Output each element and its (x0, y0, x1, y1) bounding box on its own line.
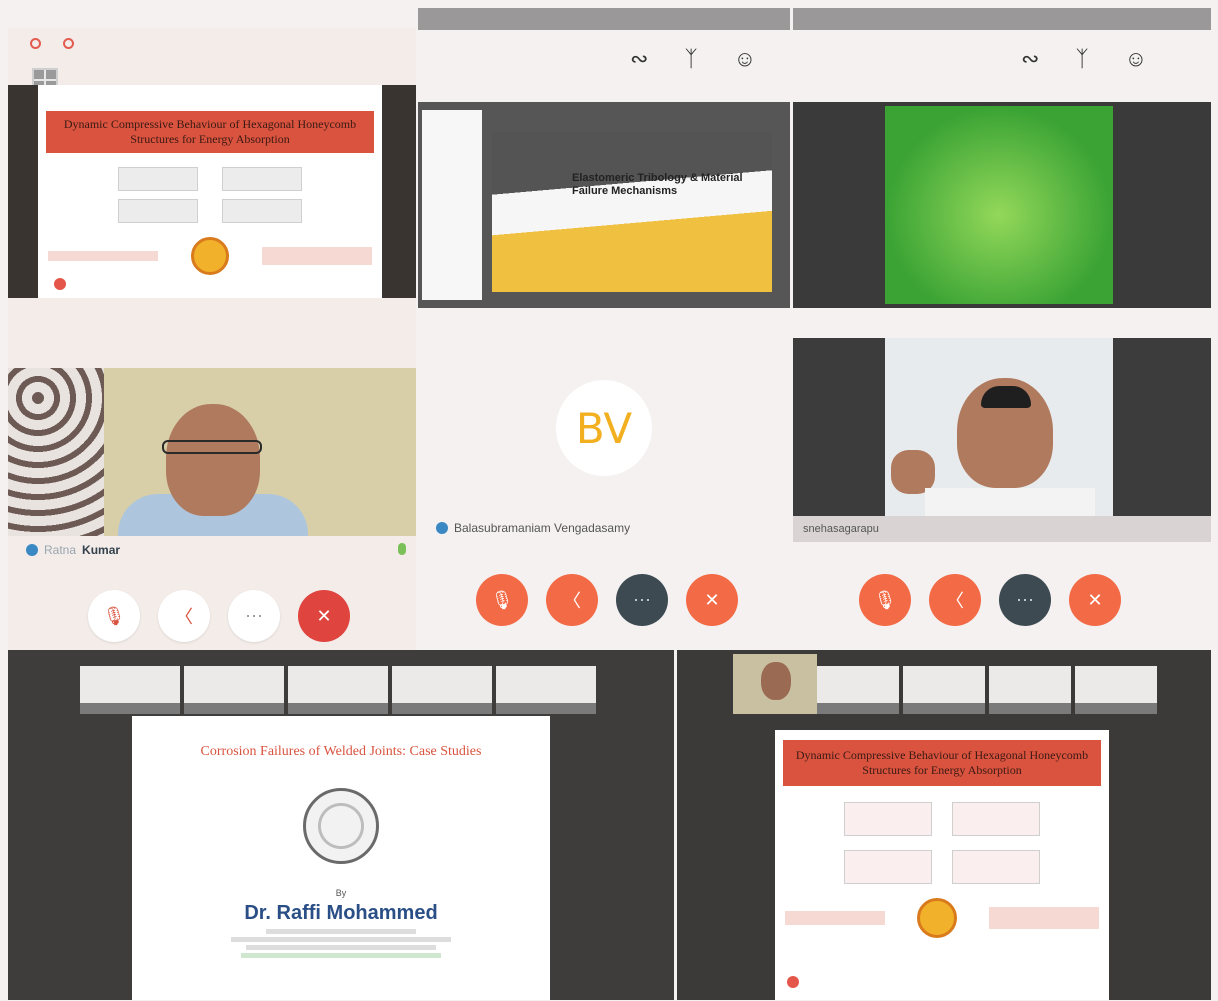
participant-name-bar: snehasagarapu (793, 516, 1211, 542)
participant-tile[interactable] (817, 666, 899, 714)
participant-video (793, 338, 1211, 516)
recording-indicator-icon (54, 278, 66, 290)
user-icon[interactable]: ☺ (734, 46, 756, 72)
call-controls: 🎙 〈 ⋯ ✕ (476, 574, 738, 626)
slide-title: Dynamic Compressive Behaviour of Hexagon… (783, 740, 1101, 786)
presentation-slide: Corrosion Failures of Welded Joints: Cas… (132, 716, 550, 1000)
presentation-slide: Dynamic Compressive Behaviour of Hexagon… (38, 85, 382, 298)
camera-off-icon[interactable]: 〈 (929, 574, 981, 626)
figure-thumbnail (844, 802, 932, 836)
slide-title: Dynamic Compressive Behaviour of Hexagon… (46, 111, 374, 153)
participant-tile[interactable] (288, 666, 388, 714)
more-icon[interactable]: ⋯ (999, 574, 1051, 626)
shared-screen: Dynamic Compressive Behaviour of Hexagon… (8, 85, 416, 298)
video-frame (885, 338, 1113, 516)
bluetooth-icon[interactable]: ᛉ (684, 46, 697, 72)
figure-thumbnail (952, 802, 1040, 836)
presentation-slide: Dynamic Compressive Behaviour of Hexagon… (775, 730, 1109, 1000)
recording-indicator-icon (787, 976, 799, 988)
mic-off-icon[interactable]: 🎙 (88, 590, 140, 642)
participant-name-tag: Balasubramaniam Vengadasamy (436, 521, 630, 535)
participant-tile[interactable] (989, 666, 1071, 714)
participant-tile[interactable] (184, 666, 284, 714)
slide-figures (775, 802, 1109, 884)
participant-hair (981, 386, 1031, 408)
participant-tile[interactable] (496, 666, 596, 714)
self-camera-tile[interactable] (733, 654, 817, 714)
more-icon[interactable]: ⋯ (228, 590, 280, 642)
meeting-window-top-right: ∾ ᛉ ☺ snehasagarapu 🎙 〈 ⋯ ✕ (793, 0, 1211, 650)
participant-name-tag: Ratna Kumar (26, 543, 120, 557)
meeting-window-bottom-right: Dynamic Compressive Behaviour of Hexagon… (677, 650, 1211, 1000)
slide-footer (775, 898, 1109, 938)
participant-tile[interactable] (80, 666, 180, 714)
meeting-window-top-middle: ∾ ᛉ ☺ Elastomeric Tribology & Material F… (418, 0, 790, 650)
window-titlebar (418, 8, 790, 30)
slide-title: Elastomeric Tribology & Material Failure… (572, 172, 743, 198)
participant-name: snehasagarapu (803, 523, 879, 535)
presenter-affiliation (132, 929, 550, 958)
presence-icon (26, 544, 38, 556)
presenter-name: Dr. Raffi Mohammed (244, 902, 438, 924)
institute-seal (303, 788, 379, 864)
figure-thumbnail (844, 850, 932, 884)
figure-thumbnail (222, 199, 302, 223)
participant-face (166, 404, 260, 516)
minimize-window-icon[interactable] (63, 38, 74, 49)
user-icon[interactable]: ☺ (1125, 46, 1147, 72)
pen-icon[interactable]: ∾ (630, 46, 648, 72)
participant-strip (817, 666, 1157, 714)
slide-footer (38, 237, 382, 275)
background-curtain (8, 368, 104, 536)
more-icon[interactable]: ⋯ (616, 574, 668, 626)
participant-tile[interactable] (903, 666, 985, 714)
window-titlebar (793, 8, 1211, 30)
mic-off-icon[interactable]: 🎙 (859, 574, 911, 626)
end-call-icon[interactable]: ✕ (1069, 574, 1121, 626)
pen-icon[interactable]: ∾ (1021, 46, 1039, 72)
participant-tile[interactable] (1075, 666, 1157, 714)
participant-first-name: Ratna (44, 543, 77, 557)
institute-logo (191, 237, 229, 275)
presence-icon (436, 522, 448, 534)
institute-logo (917, 898, 957, 938)
glasses (162, 440, 262, 454)
end-call-icon[interactable]: ✕ (686, 574, 738, 626)
presentation-slide: Elastomeric Tribology & Material Failure… (492, 132, 772, 292)
figure-thumbnail (118, 199, 198, 223)
participant-name: Balasubramaniam Vengadasamy (454, 521, 631, 535)
meeting-window-top-left: Dynamic Compressive Behaviour of Hexagon… (8, 28, 416, 650)
slide-title: Corrosion Failures of Welded Joints: Cas… (200, 744, 482, 759)
close-window-icon[interactable] (30, 38, 41, 49)
mic-off-icon[interactable]: 🎙 (476, 574, 528, 626)
slide-by-label: By (335, 888, 347, 898)
participant-strip (80, 666, 596, 714)
figure-thumbnail (222, 167, 302, 191)
shared-screen: Elastomeric Tribology & Material Failure… (418, 102, 790, 308)
bluetooth-icon[interactable]: ᛉ (1075, 46, 1088, 72)
presentation-slide (885, 106, 1113, 304)
participant-tile[interactable] (392, 666, 492, 714)
mic-level-icon (398, 543, 406, 555)
figure-thumbnail (952, 850, 1040, 884)
system-tray: ∾ ᛉ ☺ (630, 46, 756, 72)
window-controls (30, 38, 74, 49)
end-call-icon[interactable]: ✕ (298, 590, 350, 642)
slide-thumbnails-pane (422, 110, 482, 300)
participant-video (8, 368, 416, 536)
camera-off-icon[interactable]: 〈 (158, 590, 210, 642)
participant-shirt (925, 488, 1095, 516)
camera-off-icon[interactable]: 〈 (546, 574, 598, 626)
system-tray: ∾ ᛉ ☺ (1021, 46, 1147, 72)
figure-thumbnail (118, 167, 198, 191)
participant-last-name: Kumar (82, 543, 121, 557)
shared-screen (793, 102, 1211, 308)
slide-figures (38, 167, 382, 223)
call-controls: 🎙 〈 ⋯ ✕ (859, 574, 1121, 626)
meeting-window-bottom-left: Corrosion Failures of Welded Joints: Cas… (8, 650, 674, 1000)
call-controls: 🎙 〈 ⋯ ✕ (88, 590, 350, 642)
participant-avatar: BV (556, 380, 652, 476)
